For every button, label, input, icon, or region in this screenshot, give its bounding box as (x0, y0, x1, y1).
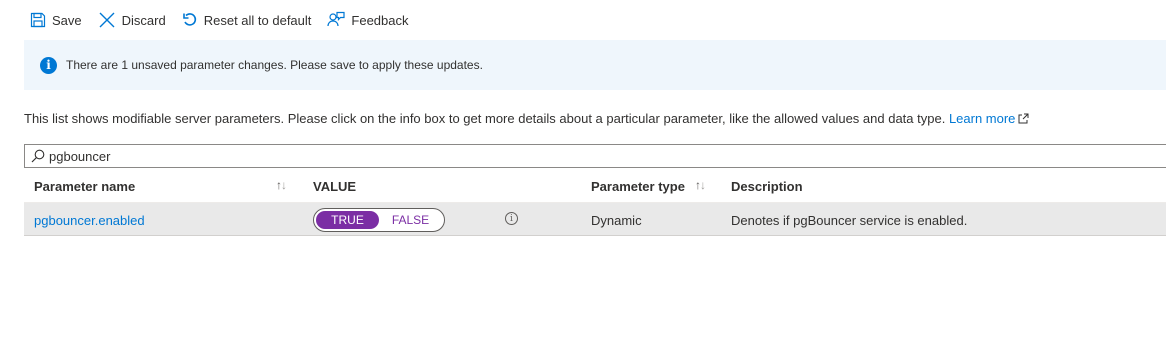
search-input[interactable] (49, 148, 449, 164)
feedback-icon (327, 11, 346, 27)
learn-more-label: Learn more (948, 111, 1016, 126)
table-header: Parameter name ↑↓ VALUE Parameter type ↑… (24, 170, 1166, 203)
feedback-button[interactable]: Feedback (319, 5, 416, 35)
reset-all-to-default-button[interactable]: Reset all to default (174, 5, 320, 35)
info-icon: i (40, 56, 57, 74)
feedback-label: Feedback (351, 12, 409, 28)
table-row: pgbouncer.enabled TRUE FALSE i Dynamic D… (24, 203, 1166, 236)
undo-icon (182, 13, 196, 26)
parameter-info-icon[interactable]: i (505, 212, 518, 225)
column-header-description: Description (731, 179, 803, 194)
parameter-description: Denotes if pgBouncer service is enabled. (731, 213, 968, 228)
parameter-name-link[interactable]: pgbouncer.enabled (34, 213, 145, 228)
toggle-true-option[interactable]: TRUE (316, 211, 379, 229)
search-box[interactable] (24, 144, 1166, 168)
learn-more-link[interactable]: Learn more (949, 111, 1029, 126)
discard-label: Discard (121, 12, 166, 28)
column-header-value: VALUE (313, 179, 357, 194)
discard-button[interactable]: Discard (90, 5, 174, 35)
parameters-description: This list shows modifiable server parame… (24, 111, 1029, 126)
unsaved-changes-banner: i There are 1 unsaved parameter changes.… (24, 40, 1166, 90)
external-link-icon (1018, 113, 1029, 124)
sort-parameter-type-icon[interactable]: ↑↓ (695, 178, 706, 192)
close-icon (99, 12, 115, 28)
column-header-parameter-type[interactable]: Parameter type (591, 179, 685, 194)
sort-parameter-name-icon[interactable]: ↑↓ (276, 178, 287, 192)
save-label: Save (52, 12, 82, 28)
value-toggle[interactable]: TRUE FALSE (313, 208, 445, 232)
parameter-type-value: Dynamic (591, 213, 642, 228)
save-icon (30, 12, 46, 28)
reset-label: Reset all to default (203, 12, 312, 28)
save-button[interactable]: Save (24, 5, 90, 35)
column-header-parameter-name[interactable]: Parameter name (34, 179, 135, 194)
description-text: This list shows modifiable server parame… (24, 111, 946, 126)
command-bar: Save Discard Reset all to default Feedba… (24, 0, 417, 40)
banner-message: There are 1 unsaved parameter changes. P… (66, 58, 483, 72)
search-icon (31, 149, 45, 163)
toggle-false-option[interactable]: FALSE (379, 211, 442, 229)
